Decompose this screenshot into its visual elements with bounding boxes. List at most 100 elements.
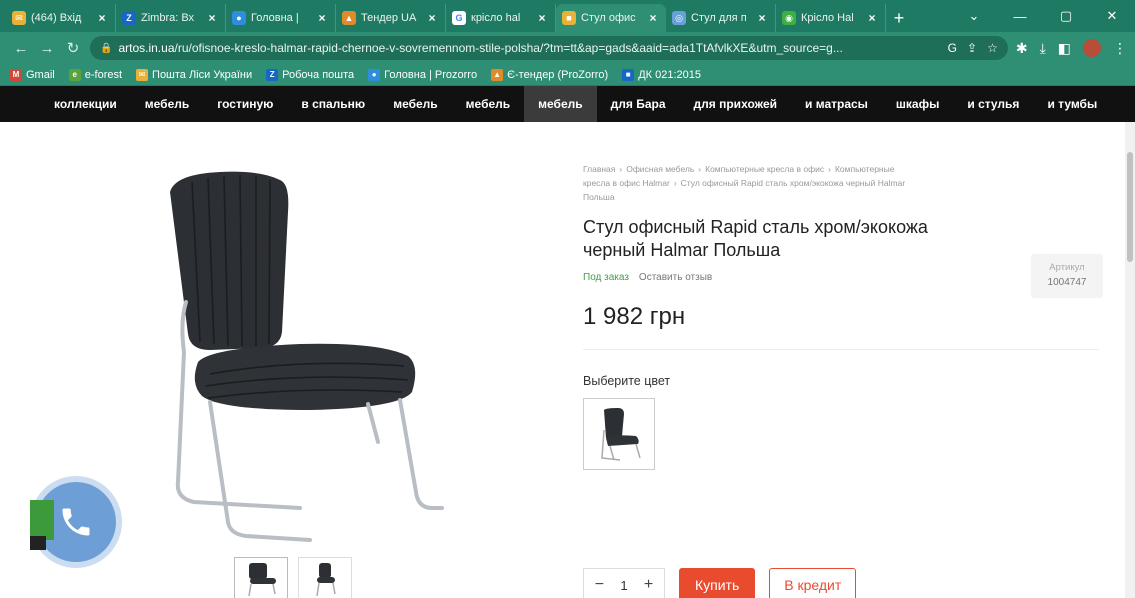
dk-icon: ■: [622, 68, 635, 81]
bookmark-label: Головна | Prozorro: [384, 68, 478, 81]
close-tab-icon[interactable]: ×: [865, 11, 879, 25]
tab-title: Zimbra: Вх: [141, 12, 195, 24]
bookmark-item[interactable]: ▲ Є-тендер (ProZorro): [491, 68, 608, 81]
prozorro-icon: ●: [232, 11, 246, 25]
mail-icon: ✉: [136, 68, 149, 81]
quantity-value[interactable]: 1: [620, 578, 627, 593]
purchase-row: − 1 + Купить В кредит: [583, 568, 857, 598]
close-tab-icon[interactable]: ×: [95, 11, 109, 25]
maximize-icon[interactable]: ▢: [1043, 0, 1089, 32]
site-nav-item[interactable]: и стулья: [953, 86, 1033, 122]
callback-widget[interactable]: [30, 482, 116, 562]
availability-status: Под заказ: [583, 272, 629, 283]
site-nav-item[interactable]: коллекции: [40, 86, 131, 122]
color-swatch-black[interactable]: [583, 398, 655, 470]
tab-strip: ✉ (464) Вхід × Z Zimbra: Вх × ● Головна | × ▲ Тенд…: [0, 0, 1135, 32]
bookmark-label: Gmail: [26, 68, 55, 81]
product-meta: Под заказ Оставить отзыв: [583, 272, 1103, 283]
thumbnail-1[interactable]: [234, 557, 288, 598]
bookmark-item[interactable]: ✉ Пошта Ліси України: [136, 68, 252, 81]
close-tab-icon[interactable]: ×: [755, 11, 769, 25]
download-icon[interactable]: ⤓: [1040, 40, 1046, 57]
sku-label: Артикул: [1049, 262, 1085, 273]
breadcrumb-separator: ›: [673, 178, 677, 188]
bookmark-item[interactable]: M Gmail: [10, 68, 55, 81]
site-nav-item[interactable]: для прихожей: [680, 86, 791, 122]
bookmark-item[interactable]: Z Робоча пошта: [266, 68, 354, 81]
sku-badge: Артикул 1004747: [1031, 254, 1103, 298]
tab-title: Стул для п: [691, 12, 747, 24]
decrement-button[interactable]: −: [589, 576, 609, 594]
tab-title: (464) Вхід: [31, 12, 82, 24]
close-tab-icon[interactable]: ×: [315, 11, 329, 25]
address-bar[interactable]: 🔒 artos.in.ua/ru/ofisnoe-kreslo-halmar-r…: [90, 36, 1008, 60]
browser-tab[interactable]: Gкрісло hal ×: [446, 4, 556, 32]
site-nav-item[interactable]: мебель: [524, 86, 597, 122]
site-nav-item[interactable]: шкафы: [882, 86, 953, 122]
breadcrumb: Главная › Офисная мебель › Компьютерные крес…: [583, 162, 923, 204]
close-tab-icon[interactable]: ×: [646, 11, 660, 25]
minimize-icon[interactable]: —: [997, 0, 1043, 32]
scrollbar-thumb[interactable]: [1127, 152, 1133, 262]
forward-arrow-icon[interactable]: →: [34, 35, 60, 61]
back-arrow-icon[interactable]: ←: [8, 35, 34, 61]
buy-button[interactable]: Купить: [679, 568, 756, 598]
browser-tab[interactable]: ▲ Тендер UA ×: [336, 4, 446, 32]
extensions-icon[interactable]: ✱: [1016, 40, 1028, 57]
google-icon: G: [452, 11, 466, 25]
widget-tab: [30, 536, 46, 550]
product-photo[interactable]: [150, 152, 450, 552]
breadcrumb-separator: ›: [698, 164, 702, 174]
close-tab-icon[interactable]: ×: [425, 11, 439, 25]
url-text[interactable]: artos.in.ua/ru/ofisnoe-kreslo-halmar-rap…: [118, 41, 939, 55]
site-nav-item[interactable]: мебель: [131, 86, 203, 122]
chevron-down-icon[interactable]: ⌄: [951, 0, 997, 32]
breadcrumb-link[interactable]: Компьютерные кресла в офис: [705, 164, 824, 174]
window-controls: ⌄ — ▢ ✕: [951, 0, 1135, 32]
leave-review-link[interactable]: Оставить отзыв: [639, 272, 712, 283]
browser-toolbar: ← → ↻ 🔒 artos.in.ua/ru/ofisnoe-kreslo-ha…: [0, 32, 1135, 64]
quantity-stepper[interactable]: − 1 +: [583, 568, 665, 598]
site-nav-item[interactable]: и матрасы: [791, 86, 882, 122]
bookmark-item[interactable]: e e-forest: [68, 68, 122, 81]
new-tab-button[interactable]: +: [886, 4, 912, 32]
menu-dots-icon[interactable]: ⋮: [1113, 40, 1127, 57]
side-panel-icon[interactable]: ◧: [1058, 40, 1071, 57]
bookmark-label: ДК 021:2015: [638, 68, 702, 81]
reload-icon[interactable]: ↻: [60, 35, 86, 61]
close-tab-icon[interactable]: ×: [535, 11, 549, 25]
phone-icon: [62, 508, 90, 536]
share-icon[interactable]: ⇪: [967, 41, 977, 55]
lock-icon[interactable]: 🔒: [100, 43, 112, 54]
thumbnail-2[interactable]: [298, 557, 352, 598]
browser-tab[interactable]: ● Головна | ×: [226, 4, 336, 32]
chair-image: [170, 171, 444, 542]
breadcrumb-separator: ›: [619, 164, 623, 174]
site-nav-item[interactable]: и тумбы: [1033, 86, 1111, 122]
profile-avatar[interactable]: [1083, 39, 1101, 57]
sku-value: 1004747: [1047, 277, 1087, 288]
star-icon[interactable]: ☆: [987, 41, 998, 55]
browser-tab[interactable]: Z Zimbra: Вх ×: [116, 4, 226, 32]
increment-button[interactable]: +: [639, 576, 659, 594]
google-lens-icon[interactable]: G: [948, 41, 957, 55]
site-nav-item[interactable]: мебель: [379, 86, 451, 122]
credit-button[interactable]: В кредит: [769, 568, 857, 598]
close-icon[interactable]: ✕: [1089, 0, 1135, 32]
breadcrumb-link[interactable]: Офисная мебель: [626, 164, 694, 174]
bookmark-item[interactable]: ● Головна | Prozorro: [368, 68, 478, 81]
site-nav-item[interactable]: мебель: [452, 86, 524, 122]
browser-tab[interactable]: ✉ (464) Вхід ×: [6, 4, 116, 32]
browser-tab[interactable]: ◉ Крісло Hal ×: [776, 4, 886, 32]
bookmark-item[interactable]: ■ ДК 021:2015: [622, 68, 702, 81]
site-nav-item[interactable]: гостиную: [203, 86, 287, 122]
browser-tab[interactable]: ■ Стул офис ×: [556, 4, 666, 32]
site-nav-item[interactable]: в спальню: [287, 86, 379, 122]
tender-icon: ▲: [342, 11, 356, 25]
browser-tab[interactable]: ◎ Стул для п ×: [666, 4, 776, 32]
close-tab-icon[interactable]: ×: [205, 11, 219, 25]
page-scrollbar[interactable]: [1125, 122, 1135, 598]
artos-icon: ■: [562, 11, 576, 25]
site-nav-item[interactable]: для Бара: [597, 86, 680, 122]
breadcrumb-link[interactable]: Главная: [583, 164, 615, 174]
